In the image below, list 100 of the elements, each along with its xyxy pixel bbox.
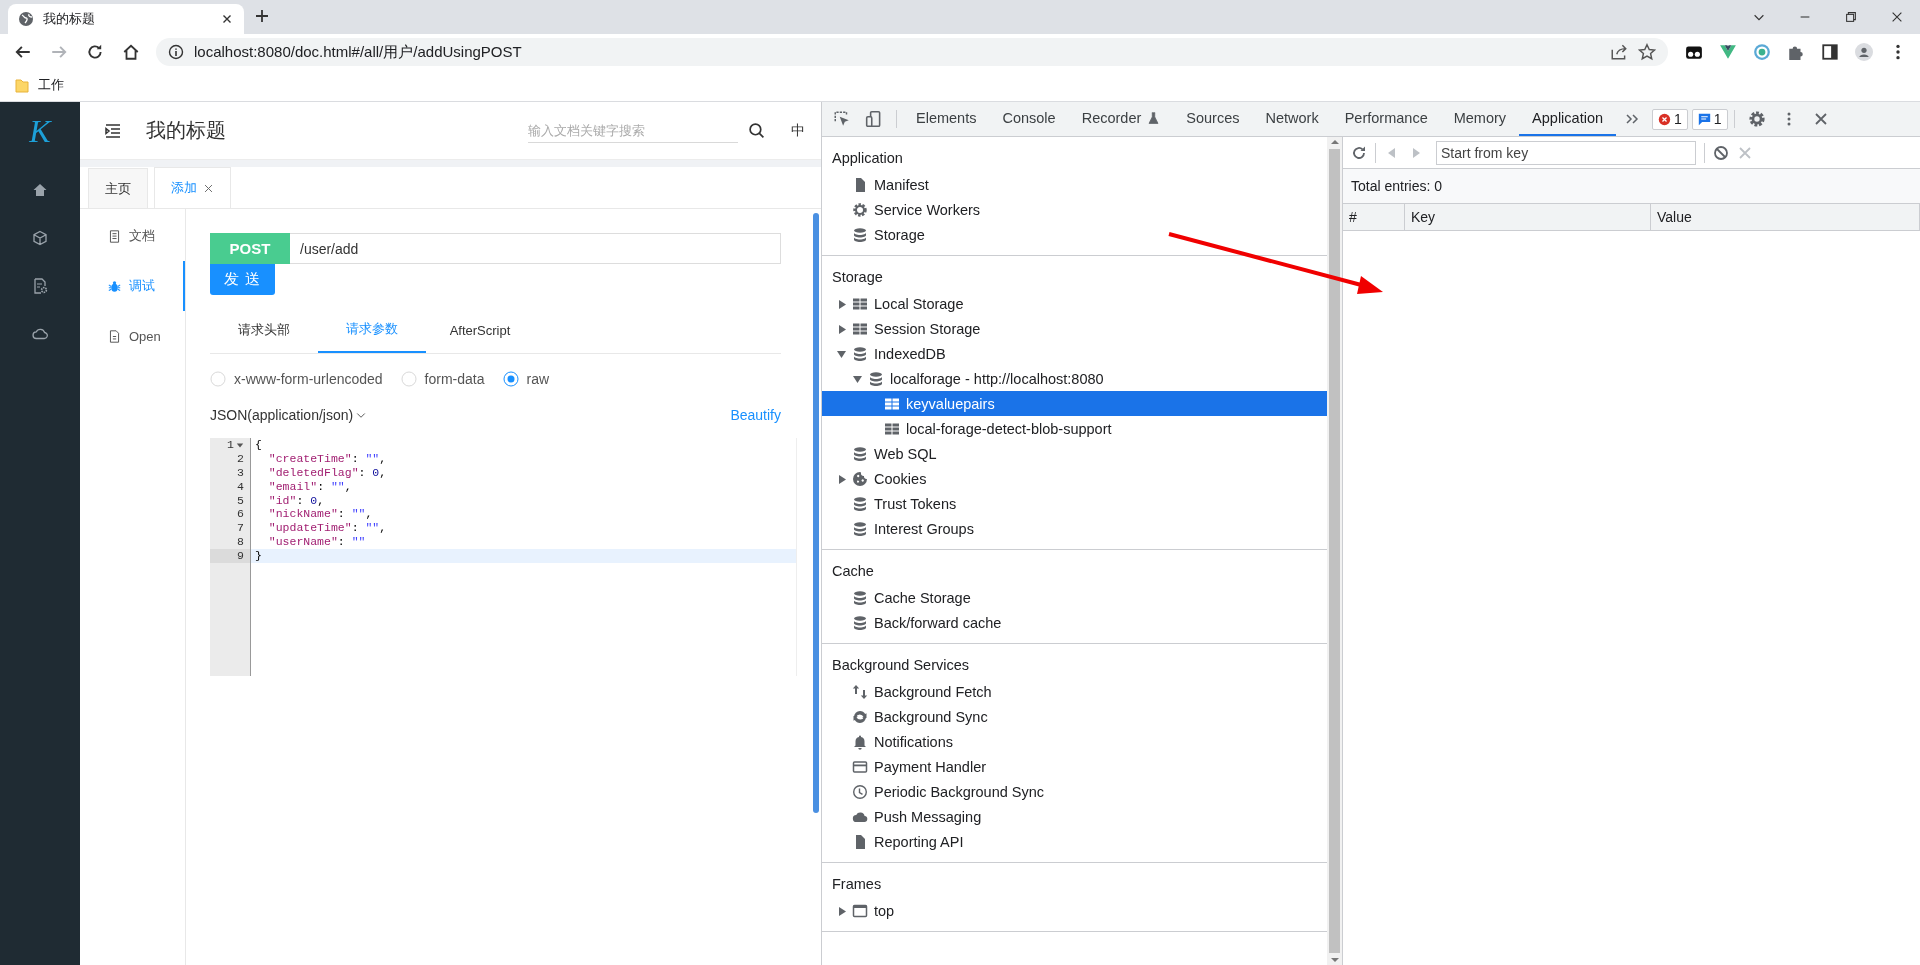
column-header[interactable]: #: [1343, 204, 1405, 230]
code-line: "userName": "": [267, 535, 367, 550]
expand-arrow-icon[interactable]: [837, 905, 847, 916]
tree-item[interactable]: Reporting API: [822, 829, 1327, 854]
message-count-badge[interactable]: 1: [1691, 108, 1728, 130]
tree-item[interactable]: Periodic Background Sync: [822, 779, 1327, 804]
expand-arrow-icon[interactable]: [853, 373, 863, 384]
tree-item[interactable]: Session Storage: [822, 316, 1327, 341]
tree-item[interactable]: Interest Groups: [822, 516, 1327, 541]
tree-item[interactable]: top: [822, 898, 1327, 923]
tree-item[interactable]: Local Storage: [822, 291, 1327, 316]
close-icon[interactable]: [1890, 10, 1904, 24]
fold-caret-icon[interactable]: [236, 440, 244, 449]
devtools-tab[interactable]: Application: [1519, 102, 1616, 136]
search-icon[interactable]: [748, 122, 765, 139]
url-field[interactable]: /user/add: [290, 233, 781, 264]
database-icon: [852, 589, 868, 606]
tree-item[interactable]: Storage: [822, 222, 1327, 247]
radio-label: form-data: [424, 371, 485, 387]
card-icon: [852, 758, 868, 775]
star-icon[interactable]: [1638, 43, 1656, 61]
section-heading: Frames: [831, 875, 883, 894]
inspect-icon[interactable]: [833, 110, 851, 128]
tree-item[interactable]: Web SQL: [822, 441, 1327, 466]
tree-item[interactable]: localforage - http://localhost:8080: [822, 366, 1327, 391]
content-type-dropdown[interactable]: JSON(application/json): [210, 407, 368, 423]
filter-field[interactable]: Start from key: [1436, 140, 1696, 165]
refresh-icon[interactable]: [1351, 144, 1367, 161]
tree-item[interactable]: Cookies: [822, 466, 1327, 491]
close-icon[interactable]: [1812, 111, 1829, 127]
target-icon[interactable]: [1753, 43, 1771, 61]
params-tab[interactable]: 请求头部: [210, 307, 318, 353]
section-heading: Storage: [831, 268, 884, 287]
browser-tab[interactable]: 我的标题: [8, 4, 244, 34]
scrollbar[interactable]: [813, 213, 819, 813]
document-icon: [108, 229, 121, 243]
radio-button[interactable]: [502, 371, 519, 387]
cloud-icon[interactable]: [32, 326, 48, 342]
address-bar[interactable]: localhost:8080/doc.html#/all/用户/addUsingPOST: [156, 38, 1668, 66]
extension-icon[interactable]: [1685, 43, 1703, 61]
devtools-tab[interactable]: Sources: [1173, 102, 1253, 136]
document-gear-icon[interactable]: [32, 278, 48, 294]
tree-item[interactable]: local-forage-detect-blob-support: [822, 416, 1327, 441]
side-panel-icon[interactable]: [1821, 43, 1839, 61]
expand-arrow-icon[interactable]: [837, 348, 847, 359]
tree-item[interactable]: keyvaluepairs: [822, 391, 1327, 416]
tree-item[interactable]: Notifications: [822, 729, 1327, 754]
tree-item[interactable]: Cache Storage: [822, 585, 1327, 610]
tree-item[interactable]: Payment Handler: [822, 754, 1327, 779]
database-icon: [852, 520, 868, 537]
devtools-tab[interactable]: Performance: [1331, 102, 1441, 136]
home-icon[interactable]: [32, 182, 48, 198]
tree-item[interactable]: Background Sync: [822, 704, 1327, 729]
home-icon[interactable]: [122, 43, 140, 61]
side-menu-item[interactable]: Open: [80, 311, 185, 361]
tree-item[interactable]: Push Messaging: [822, 804, 1327, 829]
database-icon: [852, 445, 868, 462]
params-tab[interactable]: AfterScript: [426, 307, 534, 353]
side-menu-item[interactable]: 文档: [80, 211, 185, 261]
radio-label: x-www-form-urlencoded: [234, 371, 383, 387]
clear-icon[interactable]: [1713, 144, 1729, 161]
error-count-badge[interactable]: 1: [1652, 108, 1688, 130]
code-line: "nickName": "",: [267, 507, 374, 522]
tree-item[interactable]: Service Workers: [822, 197, 1327, 222]
devtools-tab[interactable]: Memory: [1440, 102, 1520, 136]
window-icon: [852, 902, 868, 919]
share-icon[interactable]: [1610, 43, 1628, 61]
tree-item[interactable]: Background Fetch: [822, 679, 1327, 704]
code-editor[interactable]: 1 2 3 4 5 6 7 8 9 { "createTime": "", "deletedFlag": 0, "email": "", "id": 0, "nickName": "", "updateTime": "", "userName": "" }: [210, 438, 797, 676]
column-header[interactable]: Key: [1405, 204, 1651, 230]
settings-icon[interactable]: [1747, 110, 1766, 128]
new-tab-icon[interactable]: [254, 7, 270, 24]
expand-arrow-icon[interactable]: [837, 323, 847, 334]
page-tab[interactable]: 主页: [88, 168, 148, 208]
column-header[interactable]: Value: [1651, 204, 1920, 230]
code-line: {: [254, 438, 263, 452]
device-toolbar-icon[interactable]: [865, 110, 883, 128]
method-label: POST: [210, 233, 290, 264]
cube-icon[interactable]: [32, 230, 48, 246]
reload-icon[interactable]: [86, 43, 104, 61]
restore-icon[interactable]: [1844, 10, 1858, 24]
expand-arrow-icon[interactable]: [837, 298, 847, 309]
menu-icon[interactable]: [104, 121, 122, 140]
scrollbar[interactable]: [1327, 137, 1342, 965]
language-label[interactable]: 中: [791, 121, 805, 140]
radio-label: raw: [526, 371, 550, 387]
v-logo-icon[interactable]: [1719, 43, 1737, 61]
scroll-down-icon: [1329, 955, 1340, 965]
tree-item[interactable]: IndexedDB: [822, 341, 1327, 366]
devtools-tab[interactable]: Recorder: [1068, 102, 1174, 136]
devtools-tab[interactable]: Elements: [903, 102, 990, 136]
avatar-icon[interactable]: [1855, 43, 1873, 61]
expand-arrow-icon[interactable]: [837, 473, 847, 484]
tree-item[interactable]: Trust Tokens: [822, 491, 1327, 516]
tree-item[interactable]: Back/forward cache: [822, 610, 1327, 635]
page-title: 我的标题: [146, 118, 227, 143]
bookmark[interactable]: 工作: [14, 77, 64, 94]
tree-item[interactable]: Manifest: [822, 172, 1327, 197]
devtools-tab[interactable]: Console: [989, 102, 1069, 136]
devtools-tab[interactable]: Network: [1252, 102, 1332, 136]
